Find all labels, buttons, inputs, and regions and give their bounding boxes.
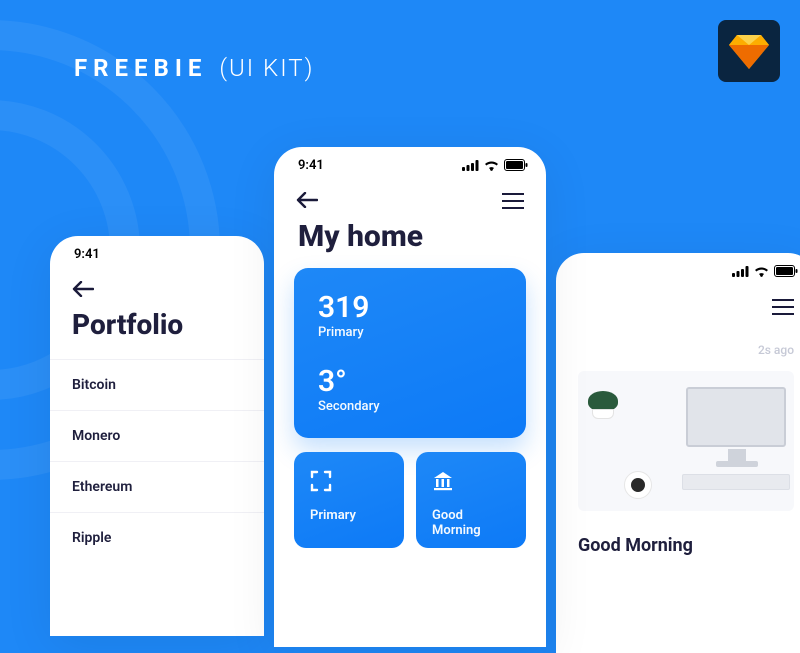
small-card-secondary[interactable]: Good Morning (416, 452, 526, 548)
nav-bar (50, 272, 264, 306)
bank-icon (432, 470, 510, 496)
list-item[interactable]: Bitcoin (50, 359, 264, 410)
phone-home: 9:41 My home 319 Primary 3° Secondary Pr… (274, 147, 546, 647)
expand-icon (310, 470, 388, 496)
phone-feed: 2s ago Good Morning (556, 253, 800, 653)
feed-image[interactable] (578, 371, 794, 511)
wifi-icon (484, 160, 499, 171)
status-icons (462, 159, 528, 171)
back-arrow-icon[interactable] (296, 189, 318, 213)
greeting: Good Morning (578, 535, 794, 556)
signal-icon (462, 160, 479, 171)
small-card-primary[interactable]: Primary (294, 452, 404, 548)
primary-value: 319 (318, 290, 502, 325)
sketch-logo (718, 20, 780, 82)
banner-title: FREEBIE (UI KIT) (74, 54, 314, 82)
phone-portfolio: 9:41 Portfolio Bitcoin Monero Ethereum R… (50, 236, 264, 636)
list-item[interactable]: Ripple (50, 512, 264, 563)
status-icons (732, 265, 798, 277)
battery-icon (774, 265, 798, 277)
banner-title-light: (UI KIT) (219, 54, 314, 82)
status-time: 9:41 (298, 158, 324, 173)
diamond-icon (729, 33, 769, 69)
status-time: 9:41 (74, 247, 100, 262)
signal-icon (732, 266, 749, 277)
primary-label: Primary (318, 325, 502, 340)
summary-card[interactable]: 319 Primary 3° Secondary (294, 268, 526, 438)
card-label: Good Morning (432, 508, 510, 538)
battery-icon (504, 159, 528, 171)
hamburger-icon[interactable] (772, 299, 794, 315)
banner-title-bold: FREEBIE (74, 54, 207, 82)
time-ago: 2s ago (578, 343, 794, 357)
status-bar (556, 253, 800, 289)
nav-bar (274, 183, 546, 217)
back-arrow-icon[interactable] (72, 278, 94, 302)
status-bar: 9:41 (274, 147, 546, 183)
page-title: Portfolio (50, 306, 264, 359)
wifi-icon (754, 266, 769, 277)
hamburger-icon[interactable] (502, 193, 524, 209)
card-label: Primary (310, 508, 388, 523)
status-bar: 9:41 (50, 236, 264, 272)
secondary-value: 3° (318, 364, 502, 399)
page-title: My home (274, 217, 546, 268)
secondary-label: Secondary (318, 399, 502, 414)
list-item[interactable]: Ethereum (50, 461, 264, 512)
list-item[interactable]: Monero (50, 410, 264, 461)
nav-bar (556, 289, 800, 323)
